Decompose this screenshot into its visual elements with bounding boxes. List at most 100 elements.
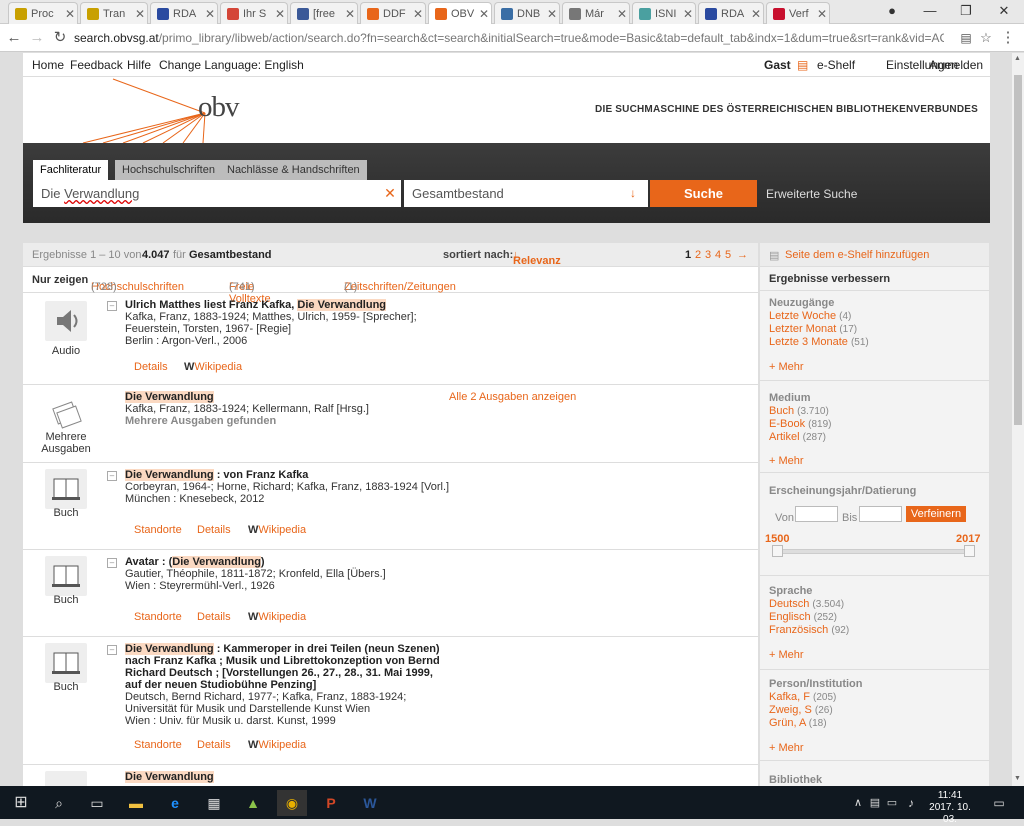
expand-toggle[interactable]: – bbox=[107, 645, 117, 655]
wikipedia-link[interactable]: W Wikipedia bbox=[248, 524, 306, 536]
refine-year-button[interactable]: Verfeinern bbox=[906, 506, 966, 522]
scope-select[interactable]: Gesamtbestand bbox=[404, 180, 648, 207]
record-title[interactable]: Ulrich Matthes liest Franz Kafka, Die Ve… bbox=[125, 299, 455, 311]
search-icon[interactable]: ⌕ bbox=[44, 790, 74, 816]
tab-close-icon[interactable]: ✕ bbox=[681, 7, 695, 21]
facet-item[interactable]: Grün, A (18) bbox=[769, 717, 827, 729]
clock[interactable]: 11:41 2017. 10. 03. bbox=[922, 790, 978, 826]
start-windows-icon[interactable]: ⊞ bbox=[6, 790, 36, 816]
locations-link[interactable]: Standorte bbox=[134, 524, 182, 536]
year-from-input[interactable] bbox=[795, 506, 838, 522]
browser-tab[interactable]: Proc ✕ bbox=[8, 2, 78, 24]
page-2[interactable]: 2 bbox=[695, 249, 701, 261]
minimize-button[interactable]: — bbox=[912, 0, 948, 22]
record-title[interactable]: Die Verwandlung bbox=[125, 771, 455, 783]
year-slider-min-handle[interactable] bbox=[772, 545, 783, 557]
tab-close-icon[interactable]: ✕ bbox=[343, 7, 357, 21]
year-slider-max-handle[interactable] bbox=[964, 545, 975, 557]
record-title[interactable]: Die Verwandlung : Kammeroper in drei Tei… bbox=[125, 643, 443, 691]
year-to-input[interactable] bbox=[859, 506, 902, 522]
tab-close-icon[interactable]: ✕ bbox=[615, 7, 629, 21]
maximize-button[interactable]: ❐ bbox=[948, 0, 984, 22]
facet-item[interactable]: Englisch (252) bbox=[769, 611, 837, 623]
tab-close-icon[interactable]: ✕ bbox=[545, 7, 559, 21]
browser-tab[interactable]: DDF ✕ bbox=[360, 2, 426, 24]
tab-close-icon[interactable]: ✕ bbox=[63, 7, 77, 21]
task-view-icon[interactable]: ▭ bbox=[82, 790, 112, 816]
tab-close-icon[interactable]: ✕ bbox=[411, 7, 425, 21]
store-icon[interactable]: ▦ bbox=[199, 790, 229, 816]
details-link[interactable]: Details bbox=[197, 611, 231, 623]
browser-tab[interactable]: RDA ✕ bbox=[698, 2, 764, 24]
browser-tab[interactable]: DNB ✕ bbox=[494, 2, 560, 24]
wikipedia-link[interactable]: W Wikipedia bbox=[184, 361, 242, 373]
translate-icon[interactable]: ▤ bbox=[956, 28, 976, 48]
facet-item[interactable]: Letzte Woche (4) bbox=[769, 310, 851, 322]
file-explorer-icon[interactable]: ▬ bbox=[121, 790, 151, 816]
record-title[interactable]: Die Verwandlung : von Franz Kafka bbox=[125, 469, 455, 481]
browser-tab[interactable]: Ihr S ✕ bbox=[220, 2, 288, 24]
page-scrollbar[interactable]: ▲ ▼ bbox=[1012, 53, 1024, 786]
details-link[interactable]: Details bbox=[197, 739, 231, 751]
browser-tab[interactable]: [free ✕ bbox=[290, 2, 358, 24]
expand-toggle[interactable]: – bbox=[107, 301, 117, 311]
more-link[interactable]: + Mehr bbox=[769, 455, 804, 467]
scroll-down-icon[interactable]: ▼ bbox=[1014, 775, 1021, 782]
tab-hochschulschriften[interactable]: Hochschulschriften bbox=[115, 160, 222, 180]
nav-login[interactable]: Anmelden bbox=[929, 58, 983, 72]
nav-feedback[interactable]: Feedback bbox=[70, 58, 123, 72]
add-page-to-eshelf-link[interactable]: Seite dem e-Shelf hinzufügen bbox=[785, 249, 929, 261]
expand-toggle[interactable]: – bbox=[107, 471, 117, 481]
scope-arrow-icon[interactable]: ↓ bbox=[623, 180, 643, 207]
action-center-icon[interactable]: ▭ bbox=[984, 790, 1014, 816]
search-button[interactable]: Suche bbox=[650, 180, 757, 207]
wikipedia-link[interactable]: W Wikipedia bbox=[248, 739, 306, 751]
page-3[interactable]: 3 bbox=[705, 249, 711, 261]
browser-tab[interactable]: OBV ✕ bbox=[428, 2, 492, 24]
nav-help[interactable]: Hilfe bbox=[127, 58, 151, 72]
facet-item[interactable]: Letzter Monat (17) bbox=[769, 323, 857, 335]
tab-close-icon[interactable]: ✕ bbox=[749, 7, 763, 21]
photos-icon[interactable]: ▲ bbox=[238, 790, 268, 816]
more-link[interactable]: + Mehr bbox=[769, 361, 804, 373]
facet-item[interactable]: Buch (3.710) bbox=[769, 405, 829, 417]
tab-close-icon[interactable]: ✕ bbox=[477, 7, 491, 21]
more-link[interactable]: + Mehr bbox=[769, 649, 804, 661]
close-window-button[interactable]: ✕ bbox=[986, 0, 1022, 22]
facet-item[interactable]: Französisch (92) bbox=[769, 624, 849, 636]
record-title[interactable]: Avatar : (Die Verwandlung) bbox=[125, 556, 455, 568]
clear-search-icon[interactable]: ✕ bbox=[381, 181, 399, 206]
nav-change-language[interactable]: Change Language: English bbox=[159, 58, 304, 72]
facet-item[interactable]: E-Book (819) bbox=[769, 418, 832, 430]
locations-link[interactable]: Standorte bbox=[134, 739, 182, 751]
browser-tab[interactable]: Már ✕ bbox=[562, 2, 630, 24]
wikipedia-link[interactable]: W Wikipedia bbox=[248, 611, 306, 623]
reload-icon[interactable]: ↻ bbox=[50, 28, 70, 48]
details-link[interactable]: Details bbox=[134, 361, 168, 373]
details-link[interactable]: Details bbox=[197, 524, 231, 536]
browser-tab[interactable]: Verf ✕ bbox=[766, 2, 830, 24]
locations-link[interactable]: Standorte bbox=[134, 611, 182, 623]
eshelf-icon[interactable]: ▤ bbox=[797, 58, 808, 72]
back-icon[interactable]: ← bbox=[4, 28, 24, 48]
expand-toggle[interactable]: – bbox=[107, 558, 117, 568]
more-link[interactable]: + Mehr bbox=[769, 742, 804, 754]
browser-tab[interactable]: ISNI ✕ bbox=[632, 2, 696, 24]
browser-tab[interactable]: RDA ✕ bbox=[150, 2, 218, 24]
edge-icon[interactable]: e bbox=[160, 790, 190, 816]
obv-logo[interactable]: obv bbox=[198, 91, 239, 124]
page-4[interactable]: 4 bbox=[715, 249, 721, 261]
tab-close-icon[interactable]: ✕ bbox=[203, 7, 217, 21]
sort-select[interactable]: Relevanz ↓ bbox=[513, 249, 561, 267]
facet-item[interactable]: Letzte 3 Monate (51) bbox=[769, 336, 869, 348]
forward-icon[interactable]: → bbox=[27, 28, 47, 48]
word-icon[interactable]: W bbox=[355, 790, 385, 816]
advanced-search-link[interactable]: Erweiterte Suche bbox=[766, 187, 857, 201]
record-title[interactable]: Die Verwandlung bbox=[125, 391, 455, 403]
facet-item[interactable]: Deutsch (3.504) bbox=[769, 598, 844, 610]
chrome-icon[interactable]: ◉ bbox=[277, 790, 307, 816]
nav-home[interactable]: Home bbox=[32, 58, 64, 72]
tab-close-icon[interactable]: ✕ bbox=[273, 7, 287, 21]
url-field[interactable]: search.obvsg.at/primo_library/libweb/act… bbox=[74, 27, 944, 49]
search-input[interactable]: Die Verwandlung bbox=[33, 180, 401, 207]
